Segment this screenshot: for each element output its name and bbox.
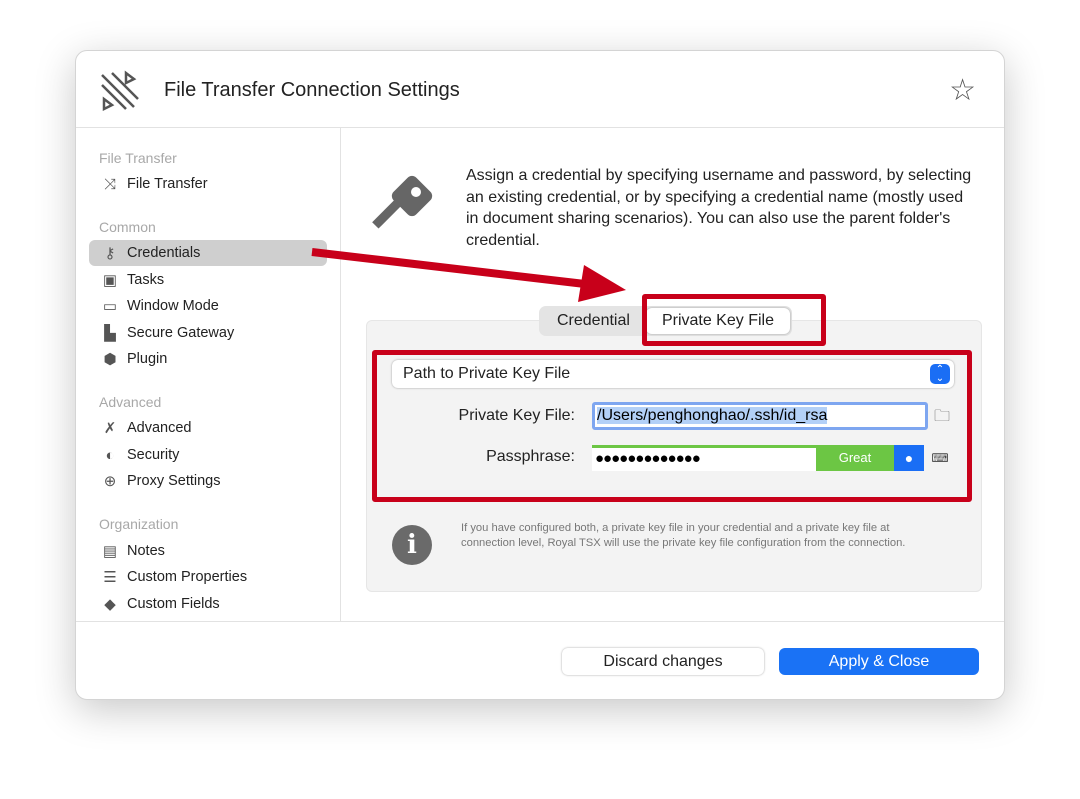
file-transfer-icon: ⤨ [103, 175, 116, 193]
window-title: File Transfer Connection Settings [164, 79, 460, 101]
sidebar-item-custom-properties[interactable]: ☰ Custom Properties [89, 564, 327, 590]
annotation-box-fields [372, 350, 972, 502]
sidebar-item-custom-fields[interactable]: ◆ Custom Fields [89, 591, 327, 617]
sidebar-item-label: Custom Fields [127, 596, 220, 612]
sidebar-item-label: File Transfer [127, 176, 208, 192]
apply-close-button[interactable]: Apply & Close [779, 648, 979, 675]
sidebar-item-label: Plugin [127, 351, 168, 367]
sidebar-item-advanced[interactable]: ✗ Advanced [89, 415, 327, 441]
section-common: Common [99, 219, 156, 235]
sidebar-item-label: Notes [127, 543, 165, 559]
sidebar-item-label: Proxy Settings [127, 473, 221, 489]
star-icon[interactable]: ☆ [949, 73, 976, 108]
discard-changes-button[interactable]: Discard changes [562, 648, 764, 675]
sidebar-item-notes[interactable]: ▤ Notes [89, 538, 327, 564]
window-icon: ▭ [102, 298, 118, 315]
sidebar-item-label: Credentials [127, 245, 201, 261]
tools-icon: ✗ [103, 420, 117, 437]
tasks-icon: ▣ [102, 272, 118, 289]
annotation-box-tab [642, 294, 826, 346]
section-organization: Organization [99, 516, 179, 532]
tag-icon: ◆ [104, 596, 116, 613]
sidebar-item-proxy-settings[interactable]: ⊕ Proxy Settings [89, 468, 327, 494]
footer: Discard changes Apply & Close [76, 621, 1004, 699]
shield-icon: ◐ [105, 446, 115, 464]
sidebar-item-file-transfer[interactable]: ⤨ File Transfer [89, 171, 327, 197]
sidebar-item-window-mode[interactable]: ▭ Window Mode [89, 293, 327, 319]
info-text: If you have configured both, a private k… [461, 522, 906, 549]
sidebar-item-credentials[interactable]: ⚷ Credentials [89, 240, 327, 266]
gateway-icon: ▙ [104, 325, 116, 342]
settings-window: File Transfer Connection Settings ☆ File… [75, 50, 1005, 700]
key-icon [372, 175, 433, 229]
plugin-icon: ⬢ [103, 351, 117, 368]
key-icon: ⚷ [104, 245, 116, 262]
sidebar-item-security[interactable]: ◐ Security [89, 442, 327, 468]
sidebar-item-label: Custom Properties [127, 569, 248, 585]
sidebar-item-plugin[interactable]: ⬢ Plugin [89, 346, 327, 372]
sidebar-item-secure-gateway[interactable]: ▙ Secure Gateway [89, 320, 327, 346]
header: File Transfer Connection Settings ☆ [76, 51, 1004, 128]
note-icon: ▤ [102, 543, 118, 560]
description: Assign a credential by specifying userna… [466, 167, 972, 249]
sidebar-item-label: Tasks [127, 272, 165, 288]
info-icon: i [392, 525, 432, 565]
list-icon: ☰ [103, 569, 117, 586]
content-pane: Assign a credential by specifying userna… [342, 128, 1004, 621]
sidebar: File Transfer ⤨ File Transfer Common ⚷ Cre… [76, 128, 341, 621]
globe-icon: ⊕ [103, 473, 117, 490]
sidebar-item-label: Advanced [127, 420, 192, 436]
section-file-transfer: File Transfer [99, 150, 177, 166]
section-advanced: Advanced [99, 394, 162, 410]
sidebar-item-label: Window Mode [127, 298, 219, 314]
tab-credential[interactable]: Credential [541, 308, 646, 334]
file-transfer-icon [101, 70, 139, 111]
sidebar-item-tasks[interactable]: ▣ Tasks [89, 267, 327, 293]
sidebar-item-label: Secure Gateway [127, 325, 235, 341]
sidebar-item-label: Security [127, 447, 180, 463]
